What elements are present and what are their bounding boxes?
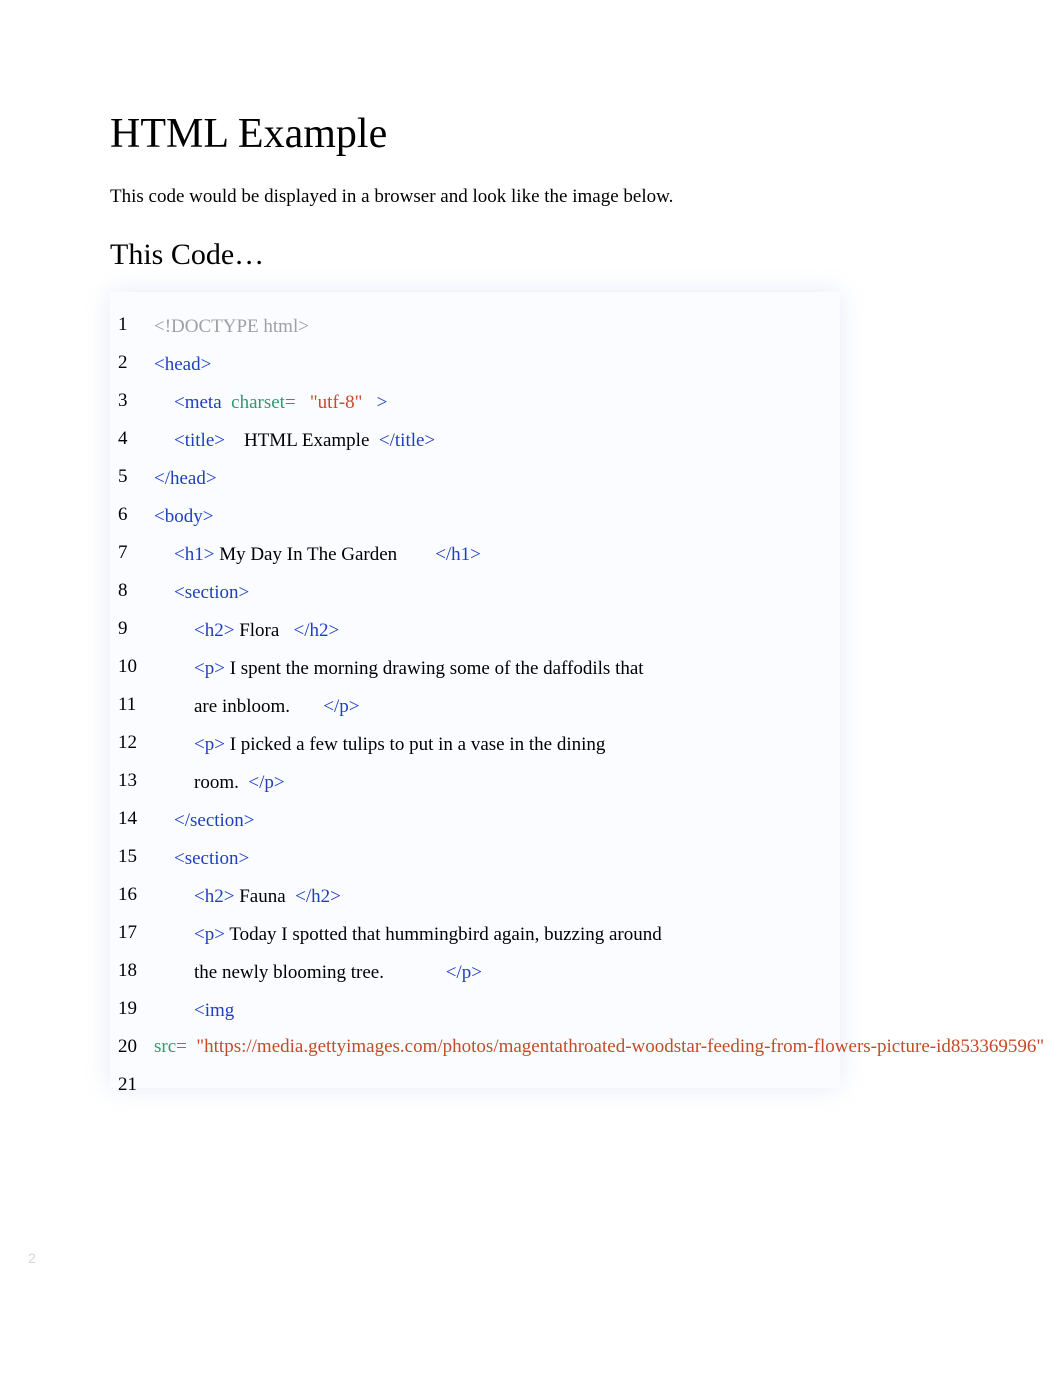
tag-h1-open: <h1> bbox=[174, 544, 214, 565]
code-line: <!DOCTYPE html> bbox=[154, 308, 822, 346]
section-heading: This Code… bbox=[110, 238, 952, 272]
tag-head-open: <head> bbox=[154, 354, 211, 375]
code-line: <h2> Flora </h2> bbox=[154, 612, 822, 650]
line-number: 3 bbox=[118, 382, 146, 420]
page-number: 2 bbox=[28, 1250, 36, 1266]
code-block: 1 2 3 4 5 6 7 8 9 10 11 12 13 14 15 16 1… bbox=[110, 292, 840, 1088]
tag-img: <img bbox=[194, 1000, 234, 1021]
p-text: I picked a few tulips to put in a vase i… bbox=[225, 734, 605, 755]
intro-text: This code would be displayed in a browse… bbox=[110, 186, 952, 208]
code-line: <body> bbox=[154, 498, 822, 536]
p-text-cont: the newly blooming tree. bbox=[194, 962, 384, 983]
line-number: 1 bbox=[118, 306, 146, 344]
line-number: 4 bbox=[118, 420, 146, 458]
tag-h1-close: </h1> bbox=[435, 544, 481, 565]
code-line: are inbloom. </p> bbox=[154, 688, 822, 726]
p-text-cont: are inbloom. bbox=[194, 696, 290, 717]
tag-meta: <meta bbox=[174, 392, 222, 413]
line-number: 13 bbox=[118, 762, 146, 800]
line-number-gutter: 1 2 3 4 5 6 7 8 9 10 11 12 13 14 15 16 1… bbox=[118, 306, 146, 1104]
tag-close: > bbox=[377, 392, 388, 413]
code-line: <section> bbox=[154, 574, 822, 612]
line-number: 14 bbox=[118, 800, 146, 838]
code-line: <head> bbox=[154, 346, 822, 384]
code-line: </head> bbox=[154, 460, 822, 498]
line-number: 18 bbox=[118, 952, 146, 990]
doctype: <!DOCTYPE html> bbox=[154, 316, 309, 337]
line-number: 9 bbox=[118, 610, 146, 648]
code-lines: <!DOCTYPE html> <head> <meta charset= "u… bbox=[154, 308, 822, 1072]
code-line: room. </p> bbox=[154, 764, 822, 802]
code-line: src= "https://media.gettyimages.com/phot… bbox=[114, 1030, 822, 1072]
tag-title-close: </title> bbox=[379, 430, 435, 451]
val-url: "https://media.gettyimages.com/photos/ma… bbox=[196, 1036, 1044, 1057]
title-text: HTML Example bbox=[239, 430, 374, 451]
code-line: <h1> My Day In The Garden </h1> bbox=[154, 536, 822, 574]
line-number: 10 bbox=[118, 648, 146, 686]
line-number: 20 bbox=[118, 1028, 146, 1066]
tag-p-close: </p> bbox=[446, 962, 482, 983]
tag-p-open: <p> bbox=[194, 924, 225, 945]
h2-text-fauna: Fauna bbox=[234, 886, 290, 907]
val-utf8: "utf-8" bbox=[310, 392, 362, 413]
line-number: 8 bbox=[118, 572, 146, 610]
tag-p-open: <p> bbox=[194, 658, 225, 679]
tag-p-close: </p> bbox=[323, 696, 359, 717]
attr-src: src= bbox=[154, 1036, 187, 1057]
p-text: Today I spotted that hummingbird again, … bbox=[225, 924, 662, 945]
tag-h2-close: </h2> bbox=[294, 620, 340, 641]
code-line: <p> Today I spotted that hummingbird aga… bbox=[154, 916, 822, 954]
code-line: <section> bbox=[154, 840, 822, 878]
code-line: <p> I spent the morning drawing some of … bbox=[154, 650, 822, 688]
line-number: 19 bbox=[118, 990, 146, 1028]
code-line: <h2> Fauna </h2> bbox=[154, 878, 822, 916]
code-line: </section> bbox=[154, 802, 822, 840]
code-line: <img bbox=[154, 992, 822, 1030]
line-number: 21 bbox=[118, 1066, 146, 1104]
tag-section-open: <section> bbox=[174, 582, 249, 603]
code-line: <meta charset= "utf-8" > bbox=[154, 384, 822, 422]
h1-text: My Day In The Garden bbox=[214, 544, 397, 565]
tag-h2-open: <h2> bbox=[194, 620, 234, 641]
tag-title-open: <title> bbox=[174, 430, 225, 451]
line-number: 6 bbox=[118, 496, 146, 534]
line-number: 17 bbox=[118, 914, 146, 952]
line-number: 5 bbox=[118, 458, 146, 496]
tag-h2-open: <h2> bbox=[194, 886, 234, 907]
line-number: 11 bbox=[118, 686, 146, 724]
page-title: HTML Example bbox=[110, 110, 952, 158]
tag-head-close: </head> bbox=[154, 468, 217, 489]
tag-h2-close: </h2> bbox=[295, 886, 341, 907]
tag-section-close: </section> bbox=[174, 810, 255, 831]
tag-section-open: <section> bbox=[174, 848, 249, 869]
tag-body-open: <body> bbox=[154, 506, 213, 527]
code-line: <p> I picked a few tulips to put in a va… bbox=[154, 726, 822, 764]
line-number: 7 bbox=[118, 534, 146, 572]
line-number: 15 bbox=[118, 838, 146, 876]
document-page: HTML Example This code would be displaye… bbox=[0, 0, 1062, 1376]
p-text-cont: room. bbox=[194, 772, 244, 793]
line-number: 16 bbox=[118, 876, 146, 914]
tag-p-open: <p> bbox=[194, 734, 225, 755]
tag-p-close: </p> bbox=[248, 772, 284, 793]
h2-text-flora: Flora bbox=[234, 620, 284, 641]
line-number: 2 bbox=[118, 344, 146, 382]
code-line: the newly blooming tree. </p> bbox=[154, 954, 822, 992]
code-line: <title> HTML Example </title> bbox=[154, 422, 822, 460]
attr-charset: charset= bbox=[231, 392, 296, 413]
line-number: 12 bbox=[118, 724, 146, 762]
p-text: I spent the morning drawing some of the … bbox=[225, 658, 644, 679]
